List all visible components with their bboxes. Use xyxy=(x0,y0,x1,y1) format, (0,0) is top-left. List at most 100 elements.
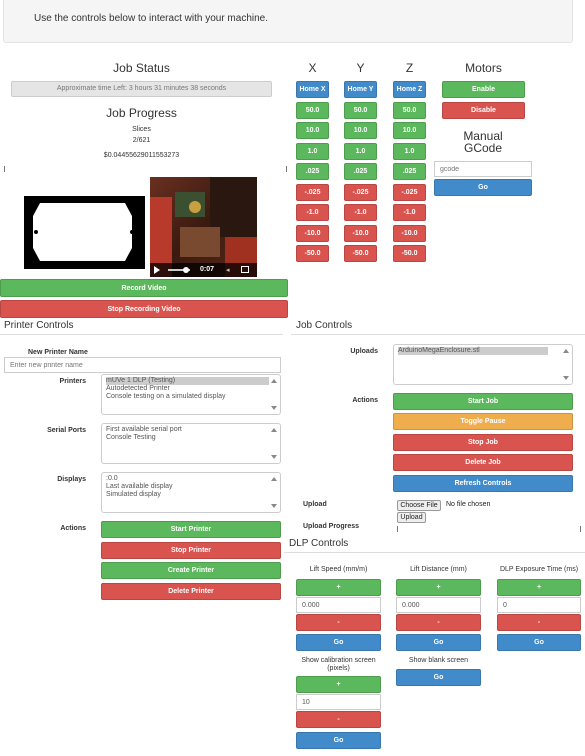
display-option[interactable]: Simulated display xyxy=(106,491,276,499)
calibration-go-button[interactable]: Go xyxy=(296,732,381,749)
z-minus-50-button[interactable]: -50.0 xyxy=(393,245,426,262)
lift-speed-minus-button[interactable]: - xyxy=(296,614,381,631)
y-minus-10-button[interactable]: -10.0 xyxy=(344,225,377,242)
y-plus-025-button[interactable]: .025 xyxy=(344,163,377,180)
lift-distance-minus-button[interactable]: - xyxy=(396,614,481,631)
y-plus-1-button[interactable]: 1.0 xyxy=(344,143,377,160)
z-plus-10-button[interactable]: 10.0 xyxy=(393,122,426,139)
job-controls-divider xyxy=(291,334,585,335)
camera-frame xyxy=(150,177,257,277)
serial-port-option[interactable]: Console Testing xyxy=(106,434,276,442)
y-minus-025-button[interactable]: -.025 xyxy=(344,184,377,201)
upload-option[interactable]: ArduinoMegaEnclosure.stl xyxy=(398,347,548,355)
new-printer-name-input[interactable] xyxy=(4,357,281,373)
job-actions-label: Actions xyxy=(352,397,378,404)
seek-handle[interactable] xyxy=(183,267,189,273)
toggle-pause-button[interactable]: Toggle Pause xyxy=(393,413,573,430)
calibration-input[interactable]: 10 xyxy=(296,694,381,710)
x-plus-10-button[interactable]: 10.0 xyxy=(296,122,329,139)
x-minus-1-button[interactable]: -1.0 xyxy=(296,204,329,221)
printers-list[interactable]: mUVe 1 DLP (Testing) Autodetected Printe… xyxy=(101,374,281,415)
serial-port-option[interactable]: First available serial port xyxy=(106,426,276,434)
x-minus-50-button[interactable]: -50.0 xyxy=(296,245,329,262)
y-minus-50-button[interactable]: -50.0 xyxy=(344,245,377,262)
printer-option[interactable]: Console testing on a simulated display xyxy=(106,393,276,401)
upload-submit-button[interactable]: Upload xyxy=(397,512,426,523)
delete-job-button[interactable]: Delete Job xyxy=(393,454,573,471)
y-plus-10-button[interactable]: 10.0 xyxy=(344,122,377,139)
gcode-go-button[interactable]: Go xyxy=(434,179,532,196)
z-plus-1-button[interactable]: 1.0 xyxy=(393,143,426,160)
start-printer-button[interactable]: Start Printer xyxy=(101,521,281,538)
home-z-button[interactable]: Home Z xyxy=(393,81,426,98)
printer-option[interactable]: mUVe 1 DLP (Testing) xyxy=(106,377,276,385)
blank-screen-go-button[interactable]: Go xyxy=(396,669,481,686)
exposure-go-button[interactable]: Go xyxy=(497,634,581,651)
lift-distance-input[interactable]: 0.000 xyxy=(396,597,481,613)
x-plus-025-button[interactable]: .025 xyxy=(296,163,329,180)
gcode-input[interactable] xyxy=(434,161,532,177)
z-minus-10-button[interactable]: -10.0 xyxy=(393,225,426,242)
time-left-display: Approximate time Left: 3 hours 31 minute… xyxy=(11,81,272,97)
serial-ports-list[interactable]: First available serial port Console Test… xyxy=(101,423,281,464)
upload-progress-end xyxy=(580,526,581,532)
create-printer-button[interactable]: Create Printer xyxy=(101,562,281,579)
refresh-controls-button[interactable]: Refresh Controls xyxy=(393,475,573,492)
uploads-list[interactable]: ArduinoMegaEnclosure.stl xyxy=(393,344,573,385)
z-minus-1-button[interactable]: -1.0 xyxy=(393,204,426,221)
printer-controls-title: Printer Controls xyxy=(4,320,74,331)
z-plus-50-button[interactable]: 50.0 xyxy=(393,102,426,119)
choose-file-button[interactable]: Choose File xyxy=(397,500,441,511)
stop-recording-button[interactable]: Stop Recording Video xyxy=(0,300,288,318)
record-video-button[interactable]: Record Video xyxy=(0,279,288,297)
lift-distance-label: Lift Distance (mm) xyxy=(410,566,467,573)
exposure-minus-button[interactable]: - xyxy=(497,614,581,631)
progress-start-tick xyxy=(4,166,5,172)
lift-speed-plus-button[interactable]: + xyxy=(296,579,381,596)
x-plus-1-button[interactable]: 1.0 xyxy=(296,143,329,160)
motors-disable-button[interactable]: Disable xyxy=(442,102,525,119)
calibration-plus-button[interactable]: + xyxy=(296,676,381,693)
x-minus-025-button[interactable]: -.025 xyxy=(296,184,329,201)
uploads-label: Uploads xyxy=(350,348,378,355)
printers-scrollbar[interactable] xyxy=(269,376,279,413)
uploads-scrollbar[interactable] xyxy=(561,346,571,383)
home-x-button[interactable]: Home X xyxy=(296,81,329,98)
delete-printer-button[interactable]: Delete Printer xyxy=(101,583,281,600)
y-plus-50-button[interactable]: 50.0 xyxy=(344,102,377,119)
serial-ports-scrollbar[interactable] xyxy=(269,425,279,462)
fullscreen-icon[interactable] xyxy=(241,266,249,273)
stop-job-button[interactable]: Stop Job xyxy=(393,434,573,451)
lift-speed-go-button[interactable]: Go xyxy=(296,634,381,651)
displays-scrollbar[interactable] xyxy=(269,474,279,511)
home-y-button[interactable]: Home Y xyxy=(344,81,377,98)
displays-list[interactable]: :0.0 Last available display Simulated di… xyxy=(101,472,281,513)
x-plus-50-button[interactable]: 50.0 xyxy=(296,102,329,119)
instruction-banner: Use the controls below to interact with … xyxy=(3,0,573,43)
printer-option[interactable]: Autodetected Printer xyxy=(106,385,276,393)
exposure-input[interactable]: 0 xyxy=(497,597,581,613)
lift-distance-plus-button[interactable]: + xyxy=(396,579,481,596)
camera-video[interactable]: 0:07 ◂ xyxy=(150,177,257,277)
printer-actions-label: Actions xyxy=(60,525,86,532)
z-minus-025-button[interactable]: -.025 xyxy=(393,184,426,201)
slices-value: 2/621 xyxy=(132,137,151,144)
y-minus-1-button[interactable]: -1.0 xyxy=(344,204,377,221)
start-job-button[interactable]: Start Job xyxy=(393,393,573,410)
lift-speed-input[interactable]: 0.000 xyxy=(296,597,381,613)
cost-value: $0.04455629011553273 xyxy=(103,152,180,159)
display-option[interactable]: :0.0 xyxy=(106,475,276,483)
manual-gcode-title-line2: GCode xyxy=(463,141,503,155)
stop-printer-button[interactable]: Stop Printer xyxy=(101,542,281,559)
lift-distance-go-button[interactable]: Go xyxy=(396,634,481,651)
motors-enable-button[interactable]: Enable xyxy=(442,81,525,98)
z-plus-025-button[interactable]: .025 xyxy=(393,163,426,180)
exposure-plus-button[interactable]: + xyxy=(497,579,581,596)
x-minus-10-button[interactable]: -10.0 xyxy=(296,225,329,242)
new-printer-label: New Printer Name xyxy=(28,349,88,356)
mute-icon[interactable]: ◂ xyxy=(226,266,230,274)
motors-title: Motors xyxy=(465,61,502,75)
display-option[interactable]: Last available display xyxy=(106,483,276,491)
calibration-minus-button[interactable]: - xyxy=(296,711,381,728)
play-icon[interactable] xyxy=(154,266,160,274)
